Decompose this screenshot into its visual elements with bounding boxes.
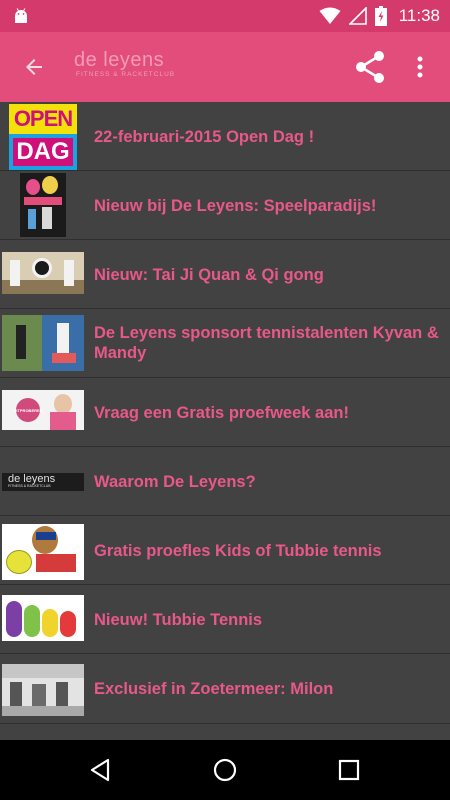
- milon-thumbnail: [2, 664, 84, 716]
- list-item[interactable]: Exclusief in Zoetermeer: Milon: [0, 654, 450, 724]
- item-title: Vraag een Gratis proefweek aan!: [94, 404, 349, 422]
- kids-tennis-thumbnail: [2, 524, 84, 580]
- item-title: Nieuw bij De Leyens: Speelparadijs!: [94, 197, 377, 215]
- overflow-menu-button[interactable]: [404, 49, 436, 85]
- item-title: Nieuw: Tai Ji Quan & Qi gong: [94, 266, 324, 284]
- nav-home-button[interactable]: [203, 752, 247, 788]
- tubbies-thumbnail: [2, 595, 84, 641]
- item-title: Gratis proefles Kids of Tubbie tennis: [94, 542, 382, 560]
- thumb-badge-text: UITPROBEREN: [13, 407, 43, 413]
- back-triangle-icon: [90, 758, 110, 782]
- open-dag-thumbnail: OPEN DAG: [9, 104, 77, 170]
- list-item[interactable]: Nieuw! Tubbie Tennis: [0, 585, 450, 654]
- recents-square-icon: [338, 759, 360, 781]
- status-bar: 11:38: [0, 0, 450, 32]
- nav-back-button[interactable]: [78, 752, 122, 788]
- list-item[interactable]: UITPROBEREN Vraag een Gratis proefweek a…: [0, 378, 450, 447]
- home-circle-icon: [213, 758, 237, 782]
- list-item[interactable]: Nieuw: Tai Ji Quan & Qi gong: [0, 240, 450, 309]
- list-item[interactable]: Gratis proefles Kids of Tubbie tennis: [0, 516, 450, 585]
- back-button[interactable]: [16, 49, 52, 85]
- logo-thumbnail: de leyens FITNESS & RACKETCLUB: [2, 473, 84, 491]
- thumb-open-text: OPEN: [13, 106, 73, 131]
- thumb-dag-text: DAG: [13, 138, 73, 166]
- status-time: 11:38: [398, 6, 440, 25]
- share-icon: [356, 51, 384, 83]
- list-item[interactable]: Nieuw bij De Leyens: Speelparadijs!: [0, 171, 450, 240]
- navigation-bar: [0, 740, 450, 800]
- android-icon: [15, 8, 27, 23]
- logo-text: de leyens: [74, 49, 165, 71]
- item-title: Exclusief in Zoetermeer: Milon: [94, 680, 334, 698]
- tennis-thumbnail: [2, 315, 84, 371]
- speelparadijs-thumbnail: [20, 173, 66, 237]
- list-item[interactable]: OPEN DAG 22-februari-2015 Open Dag !: [0, 102, 450, 171]
- tai-ji-thumbnail: [2, 252, 84, 294]
- screen: 11:38 de leyens FITNESS & RACKETCLUB OPE…: [0, 0, 450, 800]
- nav-recents-button[interactable]: [327, 752, 371, 788]
- item-title: 22-februari-2015 Open Dag !: [94, 128, 315, 146]
- app-bar: de leyens FITNESS & RACKETCLUB: [0, 32, 450, 102]
- list-item[interactable]: De Leyens sponsort tennistalenten Kyvan …: [0, 309, 450, 378]
- signal-icon: [348, 7, 367, 25]
- app-logo: de leyens FITNESS & RACKETCLUB: [74, 50, 178, 84]
- news-list: OPEN DAG 22-februari-2015 Open Dag ! Nie…: [0, 102, 450, 740]
- logo-subtitle: FITNESS & RACKETCLUB: [76, 71, 176, 78]
- item-title: Waarom De Leyens?: [94, 473, 256, 491]
- list-item[interactable]: de leyens FITNESS & RACKETCLUB Waarom De…: [0, 447, 450, 516]
- wifi-icon: [319, 7, 341, 24]
- back-arrow-icon: [26, 59, 42, 75]
- proefweek-thumbnail: UITPROBEREN: [2, 390, 84, 430]
- thumb-logo-subtitle: FITNESS & RACKETCLUB: [8, 484, 51, 488]
- item-title: De Leyens sponsort tennistalenten Kyvan …: [94, 324, 439, 362]
- battery-icon: [374, 6, 387, 26]
- share-button[interactable]: [350, 47, 390, 87]
- more-vert-icon: [417, 56, 423, 78]
- item-title: Nieuw! Tubbie Tennis: [94, 611, 263, 629]
